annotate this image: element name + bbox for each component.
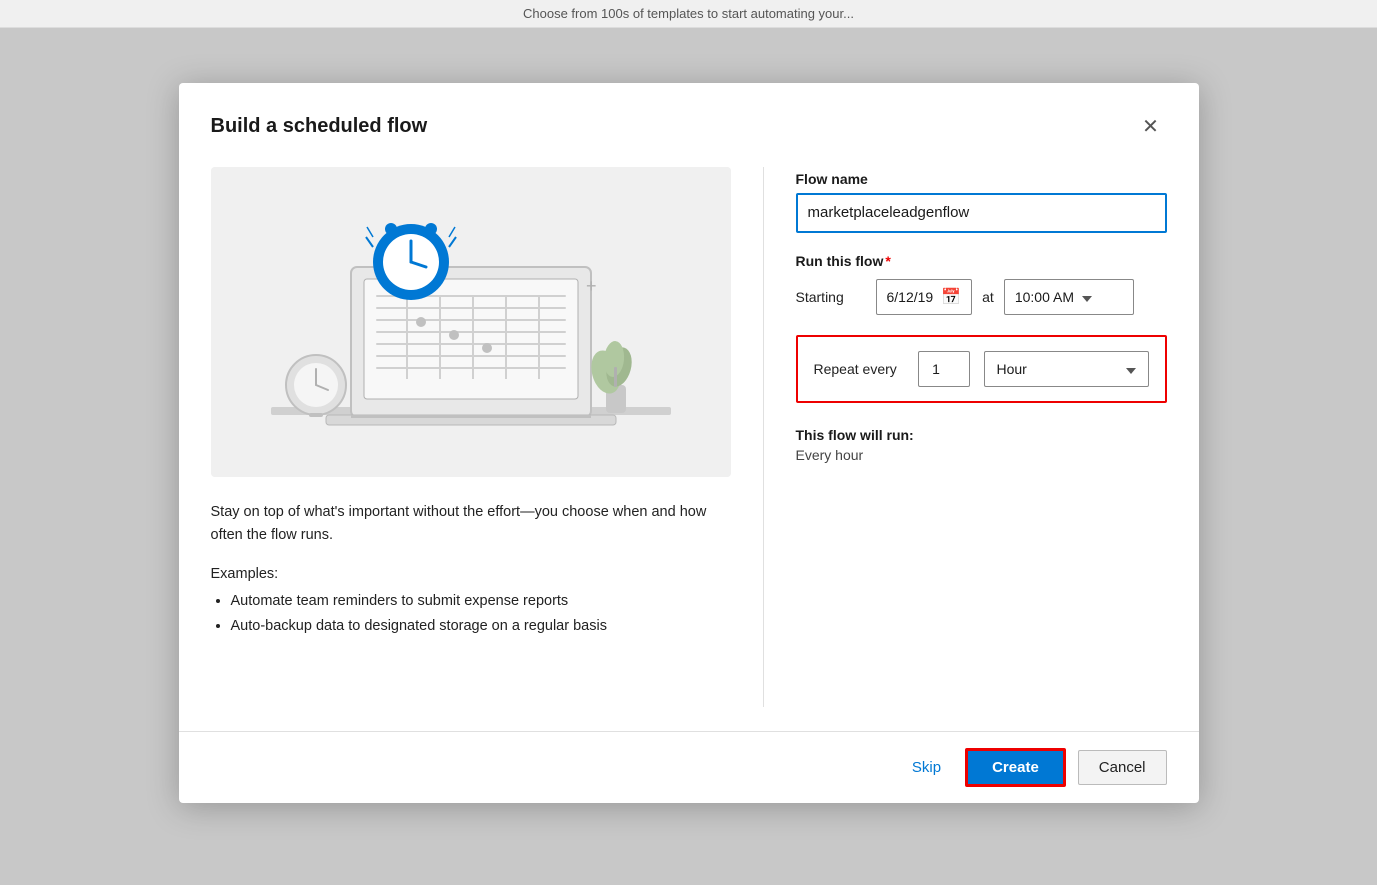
date-picker[interactable]: 6/12/19 📅: [876, 279, 973, 315]
repeat-unit-chevron-icon: [1126, 361, 1136, 377]
svg-text:+: +: [586, 276, 597, 296]
left-description: Stay on top of what's important without …: [211, 501, 731, 639]
dialog: Build a scheduled flow ✕: [179, 83, 1199, 803]
run-section-label: Run this flow*: [796, 253, 1167, 269]
left-panel: +: [211, 167, 731, 707]
example-item-2: Auto-backup data to designated storage o…: [231, 615, 731, 638]
dialog-title: Build a scheduled flow: [211, 115, 428, 138]
flow-name-field: Flow name: [796, 171, 1167, 233]
repeat-label: Repeat every: [814, 361, 904, 377]
time-chevron-icon: [1082, 289, 1092, 305]
at-label: at: [982, 289, 994, 305]
flow-name-input[interactable]: [796, 193, 1167, 233]
create-button[interactable]: Create: [965, 748, 1066, 787]
top-banner: Choose from 100s of templates to start a…: [0, 0, 1377, 28]
skip-button[interactable]: Skip: [900, 751, 953, 784]
close-icon: ✕: [1142, 114, 1159, 139]
illustration: +: [211, 167, 731, 477]
vertical-divider: [763, 167, 764, 707]
flow-will-run-title: This flow will run:: [796, 427, 1167, 443]
illustration-svg: +: [211, 167, 731, 477]
example-item-1: Automate team reminders to submit expens…: [231, 590, 731, 613]
flow-will-run-desc: Every hour: [796, 447, 1167, 463]
right-panel: Flow name Run this flow* Starting 6/12/1…: [796, 167, 1167, 707]
flow-will-run-section: This flow will run: Every hour: [796, 427, 1167, 463]
time-value: 10:00 AM: [1015, 289, 1074, 305]
dialog-header: Build a scheduled flow ✕: [179, 83, 1199, 143]
banner-text: Choose from 100s of templates to start a…: [523, 6, 854, 21]
time-picker[interactable]: 10:00 AM: [1004, 279, 1134, 315]
dialog-footer: Skip Create Cancel: [179, 731, 1199, 803]
description-text: Stay on top of what's important without …: [211, 504, 707, 543]
examples-title: Examples:: [211, 563, 731, 586]
cancel-button[interactable]: Cancel: [1078, 750, 1167, 785]
repeat-box: Repeat every Hour: [796, 335, 1167, 403]
required-star: *: [885, 253, 890, 269]
starting-label: Starting: [796, 289, 866, 305]
flow-name-label: Flow name: [796, 171, 1167, 187]
run-section: Run this flow* Starting 6/12/19 📅 at 10:…: [796, 253, 1167, 315]
calendar-icon: 📅: [941, 287, 961, 307]
close-button[interactable]: ✕: [1135, 111, 1167, 143]
dialog-body: +: [179, 143, 1199, 731]
repeat-number-input[interactable]: [918, 351, 970, 387]
starting-row: Starting 6/12/19 📅 at 10:00 AM: [796, 279, 1167, 315]
repeat-unit-select[interactable]: Hour: [984, 351, 1149, 387]
page-background: Choose from 100s of templates to start a…: [0, 0, 1377, 885]
examples-list: Automate team reminders to submit expens…: [231, 590, 731, 638]
repeat-unit-value: Hour: [997, 361, 1027, 377]
date-value: 6/12/19: [887, 289, 934, 305]
